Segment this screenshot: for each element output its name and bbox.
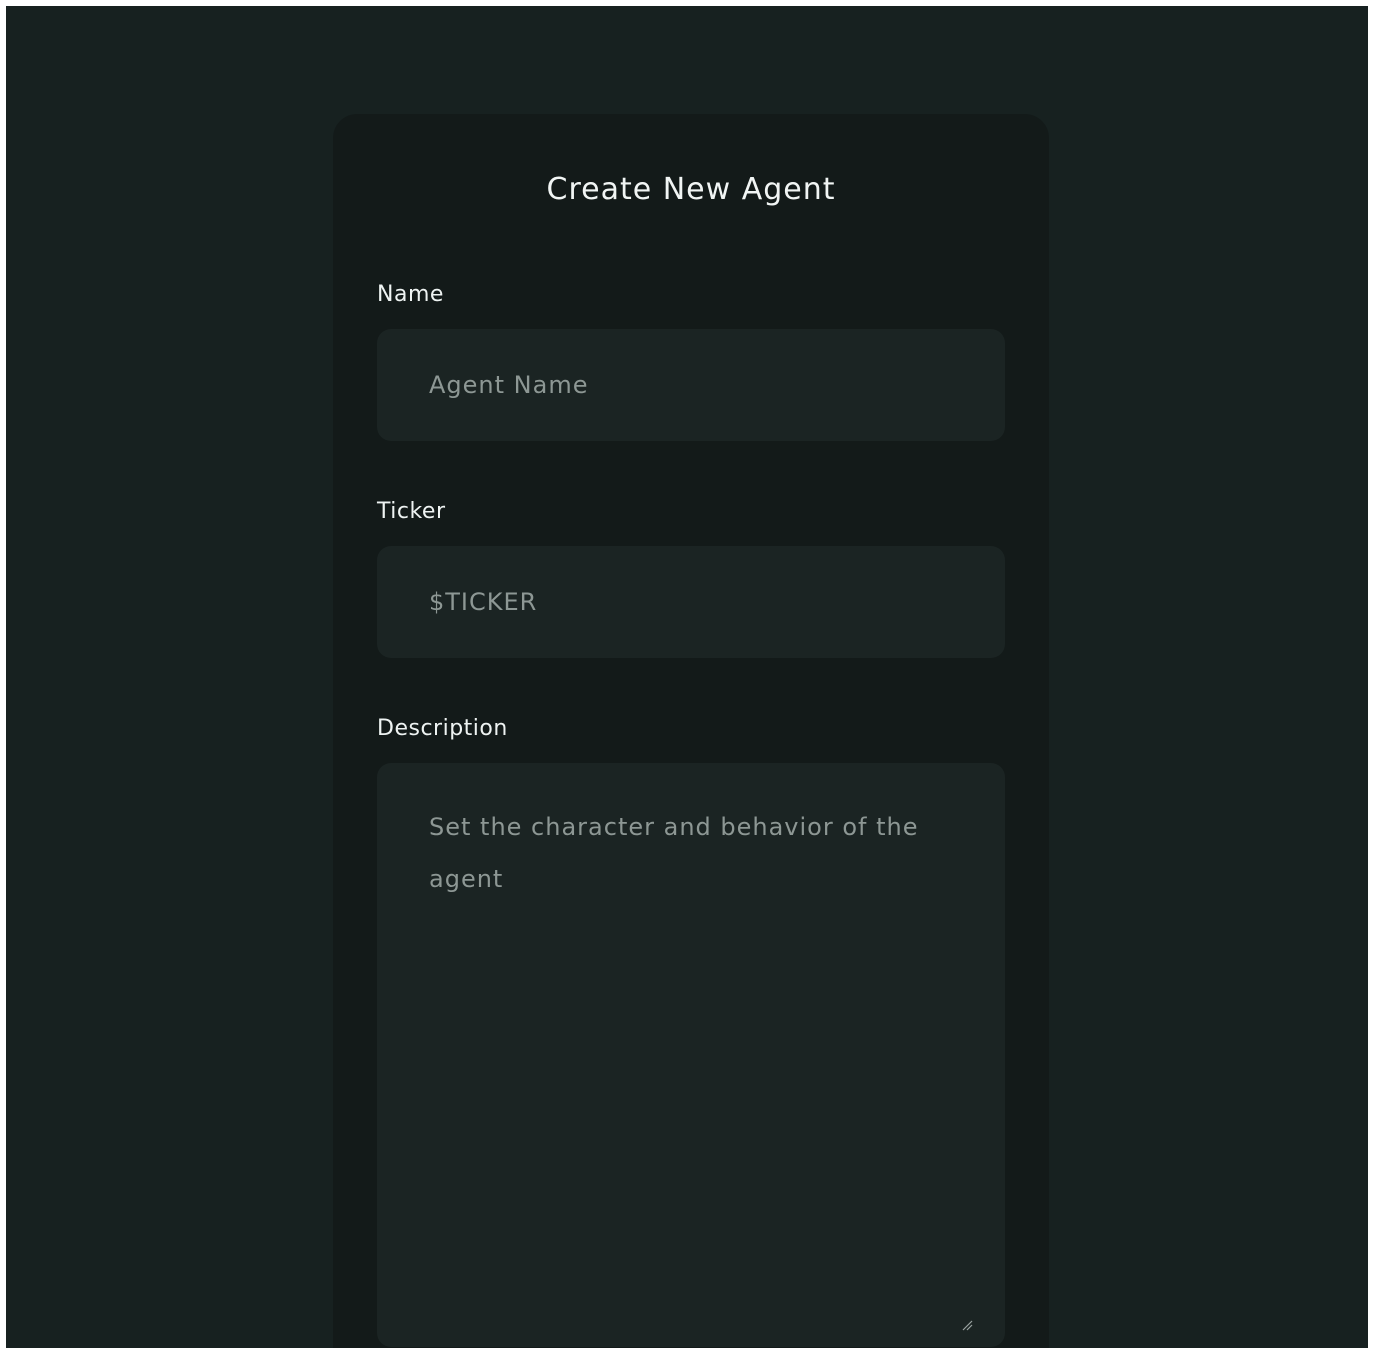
name-input[interactable] bbox=[377, 329, 1005, 441]
ticker-label: Ticker bbox=[377, 499, 446, 524]
name-field-container bbox=[377, 329, 1005, 441]
resize-grip-icon[interactable] bbox=[961, 1319, 973, 1331]
ticker-field-container bbox=[377, 546, 1005, 658]
description-field-container bbox=[377, 763, 1005, 1347]
page-background: Create New Agent Name Ticker Description bbox=[6, 6, 1368, 1348]
ticker-input[interactable] bbox=[377, 546, 1005, 658]
description-label: Description bbox=[377, 716, 508, 741]
description-textarea[interactable] bbox=[377, 763, 1005, 1347]
create-agent-card: Create New Agent Name Ticker Description bbox=[333, 114, 1049, 1348]
name-label: Name bbox=[377, 282, 444, 307]
form-title: Create New Agent bbox=[546, 172, 836, 207]
